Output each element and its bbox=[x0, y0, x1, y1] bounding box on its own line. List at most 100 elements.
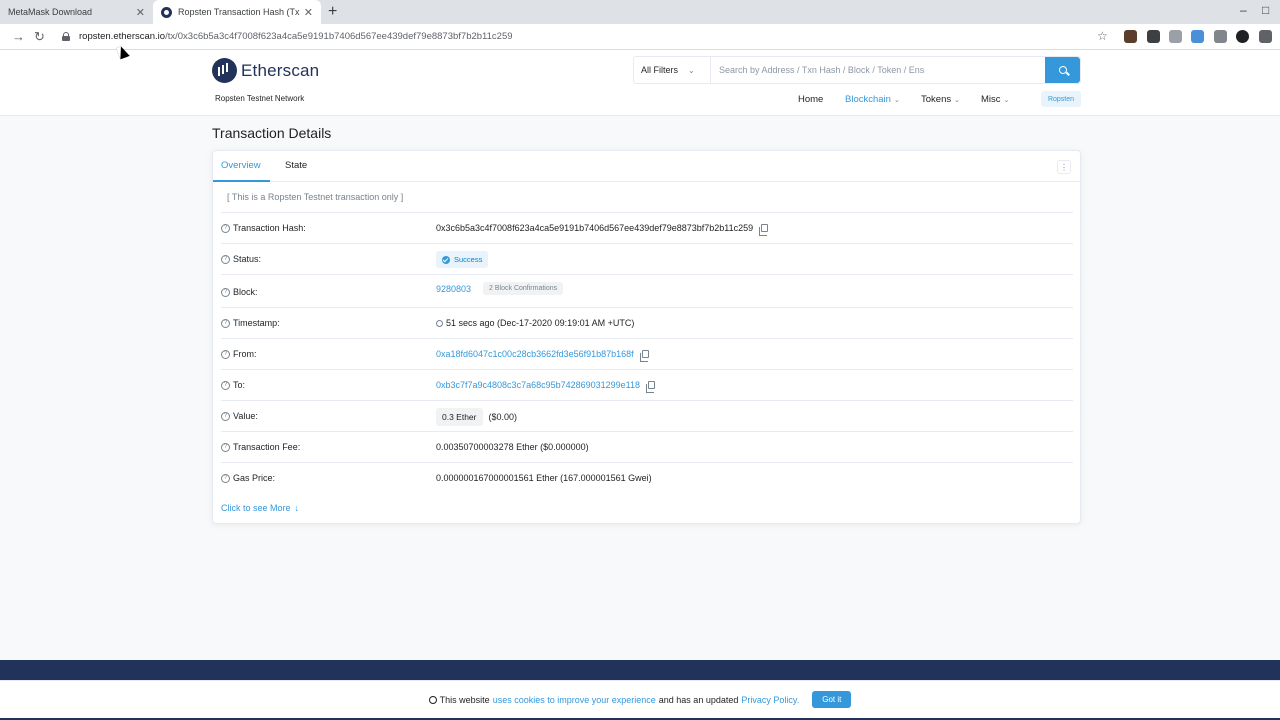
to-label: To: bbox=[233, 380, 246, 390]
extension-v-icon[interactable] bbox=[1214, 30, 1227, 43]
row-label: ? Status: bbox=[221, 254, 261, 264]
filter-dropdown[interactable]: All Filters ⌄ bbox=[634, 57, 711, 83]
fee-value: 0.00350700003278 Ether ($0.000000) bbox=[436, 442, 589, 452]
row-label: ? Value: bbox=[221, 411, 258, 421]
transaction-card: Overview State ⋮ [ This is a Ropsten Tes… bbox=[212, 150, 1081, 524]
search-input[interactable] bbox=[711, 57, 1045, 83]
copy-icon[interactable] bbox=[759, 224, 769, 236]
help-icon[interactable]: ? bbox=[221, 349, 230, 359]
bookmark-star-icon[interactable]: ☆ bbox=[1097, 29, 1108, 43]
row-from: ? From: 0xa18fd6047c1c00c28cb3662fd3e56f9… bbox=[221, 338, 1073, 369]
extension-inbox-icon[interactable] bbox=[1169, 30, 1182, 43]
value-label: Value: bbox=[233, 411, 258, 421]
reload-icon[interactable]: ↻ bbox=[34, 29, 45, 45]
extensions-puzzle-icon[interactable] bbox=[1259, 30, 1272, 43]
browser-address-bar: → ↻ ropsten.etherscan.io/tx/0x3c6b5a3c4f… bbox=[0, 24, 1280, 50]
help-icon[interactable]: ? bbox=[221, 411, 230, 421]
cookie-policy-link[interactable]: uses cookies to improve your experience bbox=[493, 695, 656, 705]
help-icon[interactable]: ? bbox=[221, 380, 230, 390]
new-tab-plus-icon[interactable]: + bbox=[328, 3, 337, 21]
extension-bird-icon[interactable] bbox=[1191, 30, 1204, 43]
check-circle-icon bbox=[442, 255, 450, 264]
help-icon[interactable]: ? bbox=[221, 223, 230, 233]
chevron-down-icon: ⌄ bbox=[954, 97, 960, 104]
tab-overview[interactable]: Overview bbox=[221, 160, 261, 171]
privacy-policy-link[interactable]: Privacy Policy. bbox=[741, 695, 799, 705]
from-label: From: bbox=[233, 349, 257, 359]
more-options-icon[interactable]: ⋮ bbox=[1057, 160, 1071, 174]
etherscan-logo[interactable]: Etherscan bbox=[212, 58, 319, 83]
row-block: ? Block: 9280803 2 Block Confirmations bbox=[221, 274, 1073, 305]
row-value: 51 secs ago (Dec-17-2020 09:19:01 AM +UT… bbox=[436, 318, 634, 328]
tab-state[interactable]: State bbox=[285, 160, 307, 171]
timestamp-label: Timestamp: bbox=[233, 318, 280, 328]
active-tab-indicator bbox=[213, 180, 270, 182]
confirmations-badge: 2 Block Confirmations bbox=[483, 282, 564, 295]
block-label: Block: bbox=[233, 287, 258, 297]
extension-grid-icon[interactable] bbox=[1147, 30, 1160, 43]
search-button[interactable] bbox=[1045, 57, 1080, 83]
row-value: 0.00350700003278 Ether ($0.000000) bbox=[436, 442, 589, 452]
to-address-link[interactable]: 0xb3c7f7a9c4808c3c7a68c95b742869031299e1… bbox=[436, 380, 640, 390]
gas-value: 0.000000167000001561 Ether (167.00000156… bbox=[436, 473, 652, 483]
nav-blockchain[interactable]: Blockchain ⌄ bbox=[845, 94, 900, 105]
etherscan-logo-icon bbox=[212, 58, 237, 83]
nav-home[interactable]: Home bbox=[798, 94, 823, 105]
cookie-banner: This website uses cookies to improve you… bbox=[0, 680, 1280, 718]
status-badge: Success bbox=[436, 251, 489, 268]
site-header: Etherscan Ropsten Testnet Network All Fi… bbox=[0, 50, 1280, 116]
browser-tab-etherscan[interactable]: Ropsten Transaction Hash (Txhas ✕ bbox=[153, 0, 321, 24]
close-icon[interactable]: ✕ bbox=[304, 6, 313, 19]
url-field[interactable]: ropsten.etherscan.io/tx/0x3c6b5a3c4f7008… bbox=[79, 31, 513, 42]
row-label: ? To: bbox=[221, 380, 245, 390]
row-value: 0.3 Ether ($0.00) bbox=[436, 408, 517, 426]
nav-misc[interactable]: Misc ⌄ bbox=[981, 94, 1009, 105]
got-it-button[interactable]: Got it bbox=[812, 691, 852, 708]
tx-hash-value: 0x3c6b5a3c4f7008f623a4ca5e9191b7406d567e… bbox=[436, 223, 754, 233]
browser-tab-metamask[interactable]: MetaMask Download ✕ bbox=[0, 0, 153, 24]
clock-icon bbox=[436, 319, 443, 327]
see-more-label: Click to see More bbox=[221, 503, 291, 513]
browser-tab-bar: MetaMask Download ✕ Ropsten Transaction … bbox=[0, 0, 1280, 24]
arrow-down-icon: ↓ bbox=[294, 503, 300, 513]
close-icon[interactable]: ✕ bbox=[136, 6, 145, 19]
help-icon[interactable]: ? bbox=[221, 473, 230, 483]
nav-tokens[interactable]: Tokens ⌄ bbox=[921, 94, 960, 105]
row-label: ? Transaction Hash: bbox=[221, 223, 306, 233]
network-badge[interactable]: Ropsten bbox=[1041, 91, 1081, 107]
row-value: 0xa18fd6047c1c00c28cb3662fd3e56f91b87b16… bbox=[436, 349, 649, 362]
forward-arrow-icon[interactable]: → bbox=[12, 29, 25, 44]
minimize-icon[interactable]: – bbox=[1240, 3, 1247, 17]
extension-fox-icon[interactable] bbox=[1124, 30, 1137, 43]
row-value: 0xb3c7f7a9c4808c3c7a68c95b742869031299e1… bbox=[436, 380, 656, 393]
help-icon[interactable]: ? bbox=[221, 442, 230, 452]
copy-icon[interactable] bbox=[646, 381, 656, 393]
row-value: Success bbox=[436, 251, 489, 268]
block-link[interactable]: 9280803 bbox=[436, 284, 471, 294]
nav-misc-label: Misc bbox=[981, 94, 1001, 105]
help-icon[interactable]: ? bbox=[221, 254, 230, 264]
row-timestamp: ? Timestamp: 51 secs ago (Dec-17-2020 09:… bbox=[221, 307, 1073, 338]
from-address-link[interactable]: 0xa18fd6047c1c00c28cb3662fd3e56f91b87b16… bbox=[436, 349, 634, 359]
maximize-icon[interactable]: □ bbox=[1262, 3, 1269, 17]
row-label: ? Transaction Fee: bbox=[221, 442, 300, 452]
see-more-link[interactable]: Click to see More ↓ bbox=[221, 503, 299, 513]
row-label: ? Block: bbox=[221, 287, 258, 297]
row-to: ? To: 0xb3c7f7a9c4808c3c7a68c95b742869031… bbox=[221, 369, 1073, 400]
help-icon[interactable]: ? bbox=[221, 318, 230, 328]
cookie-prefix: This website bbox=[439, 694, 490, 705]
row-value: 9280803 2 Block Confirmations bbox=[436, 282, 564, 295]
lock-icon bbox=[62, 32, 70, 41]
help-icon[interactable]: ? bbox=[221, 287, 230, 297]
row-label: ? Timestamp: bbox=[221, 318, 280, 328]
extension-adblock-icon[interactable] bbox=[1236, 30, 1249, 43]
page-title: Transaction Details bbox=[212, 125, 332, 141]
copy-icon[interactable] bbox=[639, 350, 649, 362]
chevron-down-icon: ⌄ bbox=[688, 65, 695, 75]
row-value: 0x3c6b5a3c4f7008f623a4ca5e9191b7406d567e… bbox=[436, 223, 769, 236]
row-label: ? Gas Price: bbox=[221, 473, 275, 483]
network-label: Ropsten Testnet Network bbox=[215, 94, 305, 103]
row-status: ? Status: Success bbox=[221, 243, 1073, 274]
row-label: ? From: bbox=[221, 349, 257, 359]
value-badge: 0.3 Ether bbox=[436, 408, 483, 426]
